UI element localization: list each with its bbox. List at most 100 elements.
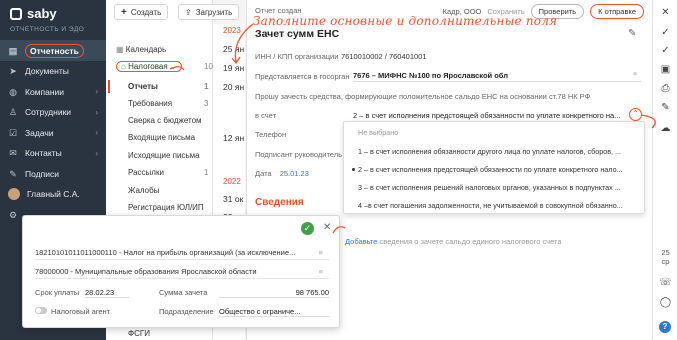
right-toolbar: ✕ ✓ ✓ ▣ ⎙ ✎ ☁ 25 ср ☏ ◯ ? [652,0,677,340]
close-icon[interactable]: ✕ [323,222,331,233]
dropdown-option-selected[interactable]: 2 – в счет исполнения предстоящей обязан… [358,165,638,174]
date-row[interactable]: 31 ок [223,194,243,204]
subnav-item-registration[interactable]: Регистрация ЮЛ/ИП [128,203,204,212]
nav-label: Контакты [25,148,62,159]
logo-text: saby [27,6,57,21]
date-row[interactable]: 25 ян [223,44,244,54]
selected-dot [352,168,355,171]
section-title: Сведения [255,197,304,208]
oktmo-field[interactable]: 78000000 - Муниципальные образования Яро… [35,265,329,279]
subnav-label: Исходящие письма [128,151,200,160]
nav-item-reporting[interactable]: ▤ Отчетность [0,40,106,61]
subnav-item-outgoing[interactable]: Исходящие письма [128,151,200,160]
kbk-field[interactable]: 18210101011011000110 - Налог на прибыль … [35,246,329,260]
create-label: Создать [130,7,162,17]
help-icon[interactable]: ? [659,321,671,333]
sum-field[interactable]: 98 765.00 [219,288,329,298]
account-label: в счет [255,111,276,120]
globe-icon: ◍ [9,86,17,97]
annotation-text: Заполните основные и дополнительные поля [253,14,558,28]
chevron-right-icon: › [95,107,98,117]
division-field[interactable]: Общество с ограниче... [219,307,329,317]
date-month: ян [234,44,245,54]
date-day: 19 [223,63,233,73]
subnav-label: Входящие письма [128,133,196,142]
subnav-item-complaints[interactable]: Жалобы [128,186,159,195]
subnav-count: 1 [204,82,209,91]
subnav-tax[interactable]: ⌂ Налоговая ⌄ 107 [116,61,217,72]
current-item-marker [108,80,110,93]
date-value[interactable]: 25.01.23 [280,169,309,178]
nav-item-employees[interactable]: ♙ Сотрудники › [0,102,106,123]
subnav-count: 3 [204,99,209,108]
date-month: ок [234,194,244,204]
nav-item-contacts[interactable]: ✉ Контакты › [0,143,106,164]
phone-label: Телефон [255,130,287,139]
chevron-up-icon[interactable]: ⌃ [629,108,642,121]
double-check-icon[interactable]: ✓ [659,44,672,57]
logo[interactable]: saby [10,6,57,21]
chevron-right-icon: › [95,148,98,158]
authority-label: Представляется в госорган [255,72,350,81]
date-month: ян [234,63,245,73]
bank-icon: ⌂ [121,62,126,71]
phone-icon[interactable]: ☏ [659,276,672,289]
subnav-item-reports[interactable]: Отчеты 1 [128,82,208,91]
comment-icon[interactable]: ☁ [659,122,672,135]
calendar-day[interactable]: 25 ср [657,248,674,266]
nav-label: Сотрудники [25,107,72,118]
subnav-calendar[interactable]: ▦ Календарь [116,45,166,54]
pencil-icon[interactable]: ✎ [659,101,672,114]
subnav-item-mailings[interactable]: Рассылки 1 [128,168,208,177]
dropdown-option[interactable]: Не выбрано [358,128,638,137]
request-text: Прошу зачесть средства, формирующие поло… [255,92,591,101]
send-button[interactable]: К отправке [590,4,644,19]
nav-label: Компании [25,86,65,97]
dropdown-option[interactable]: 1 – в счет исполнения обязанности другог… [358,147,638,156]
close-icon[interactable]: ✕ [659,6,672,19]
dropdown-option[interactable]: 3 – в счет исполнения решений налоговых … [358,183,638,192]
subnav-label: ФСГИ [128,329,150,338]
confirm-icon[interactable]: ✓ [301,222,314,235]
create-button[interactable]: + Создать [114,4,169,20]
due-label: Срок уплаты [35,288,80,297]
save-icon[interactable]: ▣ [659,63,672,76]
subnav-item-incoming[interactable]: Входящие письма [128,133,195,142]
subnav-label: Календарь [125,45,167,54]
tax-agent-label: Налоговый агент [51,307,111,316]
authority-field[interactable]: 7676 – МИФНС №100 по Ярославской обл ≡ [353,69,641,82]
nav-item-companies[interactable]: ◍ Компании › [0,82,106,103]
date-row[interactable]: 20 ян [223,82,244,92]
upload-button[interactable]: ⇪ Загрузить [178,4,240,20]
edit-icon[interactable]: ✎ [628,28,636,39]
subnav-label: Жалобы [128,186,160,195]
print-icon[interactable]: ⎙ [659,82,672,95]
subnav-item-requirements[interactable]: Требования 3 [128,99,208,108]
date-row[interactable]: 12 ян [223,133,244,143]
chat-bubble-icon[interactable]: ◯ [659,296,672,309]
tagline: ОТЧЕТНОСТЬ И ЭДО [10,26,85,33]
subnav-item-reconciliation[interactable]: Сверка с бюджетом [128,116,202,125]
subnav-label: Регистрация ЮЛ/ИП [128,203,204,212]
due-date-field[interactable]: 28.02.23 [85,288,129,298]
add-info-link[interactable]: Добавьте сведения о зачете сальдо единог… [345,237,562,246]
date-day: 25 [223,44,233,54]
nav-item-profile[interactable]: Главный С.А. [0,184,106,205]
subnav-item-fsgi[interactable]: ФСГИ [128,329,150,338]
nav-item-signatures[interactable]: ✎ Подписи [0,164,106,185]
add-link-rest: сведения о зачете сальдо единого налогов… [377,237,562,246]
date-day: 20 [223,82,233,92]
dropdown-option[interactable]: 4 –в счет погашения задолженности, не уч… [358,201,638,210]
date-label: Дата [255,169,272,178]
date-row[interactable]: 19 ян [223,63,244,73]
nav-item-documents[interactable]: ➤ Документы [0,61,106,82]
list-icon: ≡ [632,71,637,78]
document-title: Зачет сумм ЕНС [255,28,340,40]
nav-item-tasks[interactable]: ☑ Задачи › [0,123,106,144]
authority-value: 7676 – МИФНС №100 по Ярославской обл [353,71,509,80]
add-link-text: Добавьте [345,237,378,246]
oktmo-value: 78000000 - Муниципальные образования Яро… [35,267,257,276]
account-value: 2 – в счет исполнения предстоящей обязан… [353,111,621,120]
check-icon[interactable]: ✓ [659,26,672,39]
tax-agent-toggle[interactable] [35,307,47,314]
